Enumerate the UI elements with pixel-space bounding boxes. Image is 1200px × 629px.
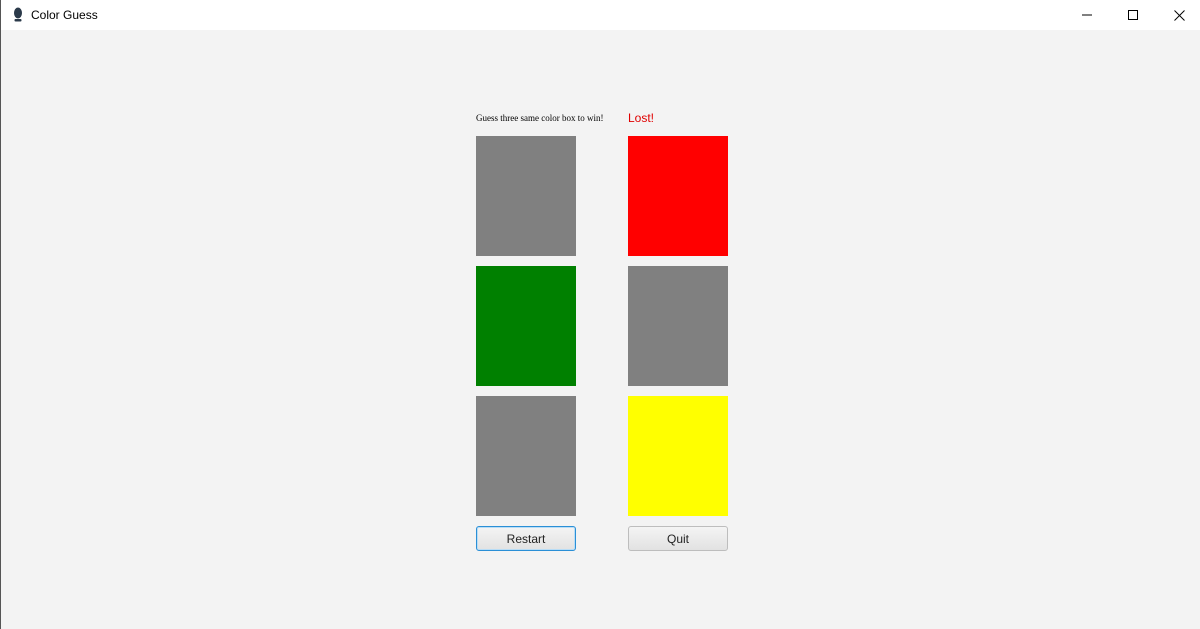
instruction-label: Guess three same color box to win! bbox=[476, 113, 604, 123]
result-label: Lost! bbox=[628, 111, 655, 125]
close-button[interactable] bbox=[1156, 0, 1200, 30]
close-icon bbox=[1173, 9, 1185, 21]
minimize-icon bbox=[1082, 14, 1092, 16]
title-bar[interactable]: Color Guess bbox=[1, 0, 1200, 30]
color-box-r1-c2[interactable] bbox=[628, 136, 728, 256]
color-box-r2-c1[interactable] bbox=[476, 266, 576, 386]
color-box-r2-c2[interactable] bbox=[628, 266, 728, 386]
restart-button[interactable]: Restart bbox=[476, 526, 576, 551]
minimize-button[interactable] bbox=[1064, 0, 1110, 30]
app-window: Color Guess Guess three same color box t… bbox=[0, 0, 1200, 629]
game-panel: Guess three same color box to win! Lost!… bbox=[1, 30, 1200, 629]
color-box-r1-c1[interactable] bbox=[476, 136, 576, 256]
quit-button[interactable]: Quit bbox=[628, 526, 728, 551]
app-icon bbox=[13, 7, 23, 23]
window-title: Color Guess bbox=[31, 8, 98, 22]
color-box-r3-c1[interactable] bbox=[476, 396, 576, 516]
maximize-button[interactable] bbox=[1110, 0, 1156, 30]
maximize-icon bbox=[1128, 10, 1138, 20]
color-box-r3-c2[interactable] bbox=[628, 396, 728, 516]
